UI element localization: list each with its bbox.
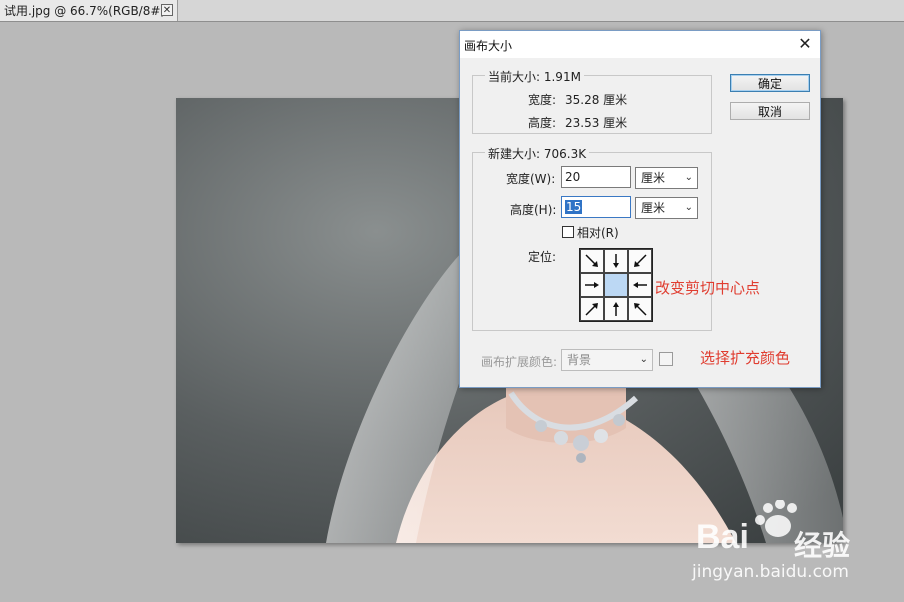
anchor-top[interactable] [604, 249, 628, 273]
height-input[interactable]: 15 [561, 196, 631, 218]
width-input[interactable]: 20 [561, 166, 631, 188]
extension-color-swatch[interactable] [659, 352, 673, 366]
relative-checkbox[interactable] [562, 226, 574, 238]
anchor-top-left[interactable] [580, 249, 604, 273]
arrow-down-right-icon [585, 254, 598, 267]
anchor-bottom[interactable] [604, 297, 628, 321]
canvas-size-dialog: 画布大小 ✕ 当前大小: 1.91M 宽度: 35.28 厘米 高度: 23.5… [459, 30, 821, 388]
arrow-up-right-icon [585, 303, 598, 316]
color-annotation: 选择扩充颜色 [700, 349, 791, 367]
cancel-button[interactable]: 取消 [730, 102, 810, 120]
width-unit-select[interactable]: 厘米 ⌄ [635, 167, 698, 189]
anchor-bottom-right[interactable] [628, 297, 652, 321]
current-width-label: 宽度: [528, 93, 557, 107]
anchor-grid [579, 248, 653, 322]
extension-color-value: 背景 [567, 353, 592, 367]
new-height-label: 高度(H): [510, 203, 557, 217]
current-size-label: 当前大小: 1.91M [485, 68, 584, 85]
arrow-up-icon [613, 302, 619, 316]
dialog-titlebar[interactable]: 画布大小 ✕ [460, 31, 820, 58]
anchor-bottom-left[interactable] [580, 297, 604, 321]
anchor-center[interactable] [604, 273, 628, 297]
chevron-down-icon: ⌄ [684, 202, 693, 213]
ok-button[interactable]: 确定 [730, 74, 810, 92]
extension-color-select[interactable]: 背景 ⌄ [561, 349, 653, 371]
relative-label[interactable]: 相对(R) [577, 224, 619, 241]
watermark-brand-suffix: 经验 [794, 529, 851, 562]
anchor-top-right[interactable] [628, 249, 652, 273]
width-unit-value: 厘米 [641, 171, 666, 185]
current-height-value: 23.53 厘米 [565, 116, 628, 130]
tab-close-icon[interactable]: ✕ [161, 4, 173, 16]
document-tab-title: 试用.jpg @ 66.7%(RGB/8#) [4, 4, 166, 18]
document-tab[interactable]: 试用.jpg @ 66.7%(RGB/8#) ✕ [0, 0, 178, 21]
width-input-value: 20 [565, 170, 581, 184]
baidu-jingyan-watermark: Bai 经验 jingyan.baidu.com [690, 499, 890, 590]
anchor-annotation: 改变剪切中心点 [655, 279, 761, 297]
height-unit-select[interactable]: 厘米 ⌄ [635, 197, 698, 219]
arrow-left-icon [633, 282, 647, 288]
new-size-label: 新建大小: 706.3K [485, 145, 590, 162]
extension-color-label: 画布扩展颜色: [481, 355, 558, 369]
arrow-down-left-icon [634, 254, 647, 267]
chevron-down-icon: ⌄ [684, 172, 693, 183]
anchor-left[interactable] [580, 273, 604, 297]
new-width-label: 宽度(W): [506, 172, 556, 186]
document-tab-bar: 试用.jpg @ 66.7%(RGB/8#) ✕ [0, 0, 904, 22]
new-size-group: 新建大小: 706.3K 宽度(W): 20 厘米 ⌄ 高度(H): 15 厘米… [472, 145, 712, 331]
dialog-title: 画布大小 [464, 39, 513, 53]
current-height-label: 高度: [528, 116, 557, 130]
close-icon[interactable]: ✕ [794, 34, 816, 54]
height-input-value: 15 [565, 200, 583, 214]
arrow-up-left-icon [634, 303, 647, 316]
arrow-down-icon [613, 254, 619, 268]
chevron-down-icon: ⌄ [639, 354, 648, 365]
current-size-group: 当前大小: 1.91M 宽度: 35.28 厘米 高度: 23.53 厘米 [472, 68, 712, 134]
watermark-url: jingyan.baidu.com [692, 562, 849, 582]
current-width-value: 35.28 厘米 [565, 93, 628, 107]
watermark-brand: Bai [696, 518, 749, 556]
height-unit-value: 厘米 [641, 201, 666, 215]
anchor-label: 定位: [528, 250, 557, 264]
anchor-right[interactable] [628, 273, 652, 297]
arrow-right-icon [585, 282, 599, 288]
